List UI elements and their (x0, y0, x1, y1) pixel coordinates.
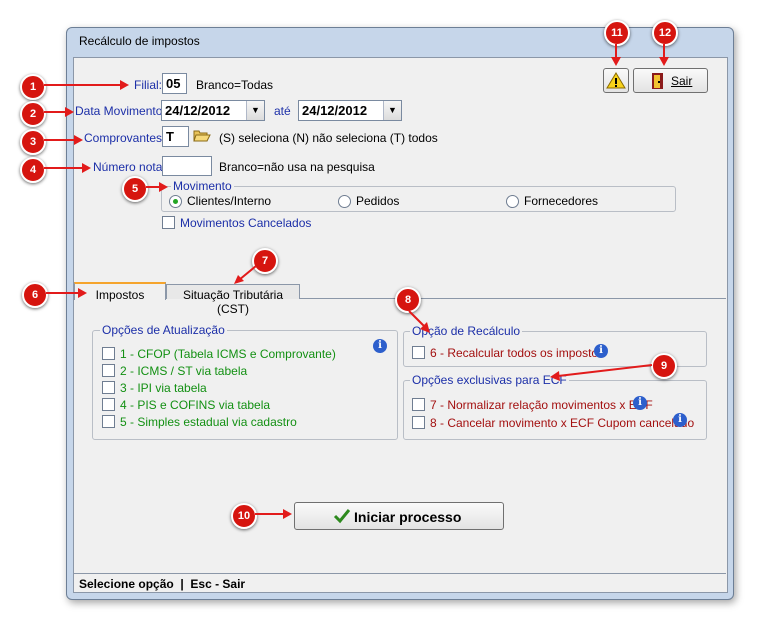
annotation-arrow-3 (44, 139, 74, 141)
cancelados-checkbox[interactable] (162, 216, 175, 229)
comprovantes-label: Comprovantes: (84, 131, 166, 145)
window-title: Recálculo de impostos (79, 34, 200, 48)
annotation-badge-2: 2 (20, 101, 46, 127)
status-bar: Selecione opção | Esc - Sair (73, 573, 726, 592)
opcoes-ecf-legend: Opções exclusivas para ECF (410, 373, 569, 387)
annotation-badge-1: 1 (20, 74, 46, 100)
annotation-arrowhead-11 (611, 57, 621, 66)
info-icon[interactable]: i (673, 413, 687, 427)
data-movimento-to-select[interactable]: 24/12/2012 ▼ (298, 100, 402, 121)
movimento-legend: Movimento (171, 179, 234, 193)
filial-input[interactable]: 05 (162, 73, 187, 94)
annotation-arrow-5 (146, 186, 159, 188)
option-3-checkbox[interactable] (102, 381, 115, 394)
annotation-arrowhead-12 (659, 57, 669, 66)
filial-label: Filial: (134, 78, 163, 92)
annotation-arrow-4 (44, 167, 82, 169)
numero-nota-label: Número nota: (93, 160, 166, 174)
tab-impostos[interactable]: Impostos (74, 282, 166, 302)
data-to-value: 24/12/2012 (302, 103, 368, 118)
data-from-value: 24/12/2012 (165, 103, 231, 118)
option-4-checkbox[interactable] (102, 398, 115, 411)
info-icon[interactable]: i (373, 339, 387, 353)
option-4-label[interactable]: 4 - PIS e COFINS via tabela (120, 398, 270, 412)
option-1-label[interactable]: 1 - CFOP (Tabela ICMS e Comprovante) (120, 347, 336, 361)
comprovantes-hint: (S) seleciona (N) não seleciona (T) todo… (219, 131, 438, 145)
radio-fornecedores[interactable] (506, 195, 519, 208)
annotation-arrow-1 (44, 84, 120, 86)
chevron-down-icon[interactable]: ▼ (246, 101, 264, 120)
annotation-badge-9: 9 (651, 353, 677, 379)
annotation-badge-11: 11 (604, 20, 630, 46)
annotation-badge-12: 12 (652, 20, 678, 46)
annotation-badge-5: 5 (122, 176, 148, 202)
annotation-arrow-6 (46, 292, 78, 294)
annotation-badge-3: 3 (20, 129, 46, 155)
chevron-down-icon[interactable]: ▼ (383, 101, 401, 120)
annotation-arrow-12 (663, 44, 665, 58)
option-2-label[interactable]: 2 - ICMS / ST via tabela (120, 364, 247, 378)
option-7-label[interactable]: 7 - Normalizar relação movimentos x ECF (430, 398, 653, 412)
annotation-arrowhead-10 (283, 509, 292, 519)
annotation-badge-4: 4 (20, 157, 46, 183)
filial-hint: Branco=Todas (196, 78, 274, 92)
annotation-arrow-11 (615, 44, 617, 58)
iniciar-processo-button[interactable]: Iniciar processo (294, 502, 504, 530)
radio-clientes-interno[interactable] (169, 195, 182, 208)
numero-nota-input[interactable] (162, 156, 212, 176)
annotation-arrowhead-4 (82, 163, 91, 173)
data-movimento-from-select[interactable]: 24/12/2012 ▼ (161, 100, 265, 121)
option-8-checkbox[interactable] (412, 416, 425, 429)
annotation-arrow-7 (234, 265, 257, 284)
iniciar-processo-label: Iniciar processo (354, 509, 462, 525)
option-6-checkbox[interactable] (412, 346, 425, 359)
numero-nota-hint: Branco=não usa na pesquisa (219, 160, 375, 174)
option-2-checkbox[interactable] (102, 364, 115, 377)
radio-pedidos-label[interactable]: Pedidos (356, 194, 399, 208)
radio-fornecedores-label[interactable]: Fornecedores (524, 194, 598, 208)
radio-pedidos[interactable] (338, 195, 351, 208)
annotation-arrow-10 (255, 513, 283, 515)
info-icon[interactable]: i (594, 344, 608, 358)
exit-door-icon (652, 73, 663, 89)
status-text: Selecione opção | Esc - Sair (79, 577, 246, 591)
sair-label: Sair (671, 74, 693, 88)
option-3-label[interactable]: 3 - IPI via tabela (120, 381, 207, 395)
checkmark-icon (333, 509, 351, 524)
info-icon[interactable]: i (633, 396, 647, 410)
open-folder-icon[interactable] (193, 128, 211, 143)
option-8-label[interactable]: 8 - Cancelar movimento x ECF Cupom cance… (430, 416, 694, 430)
annotation-arrowhead-2 (65, 107, 74, 117)
annotation-arrowhead-1 (120, 80, 129, 90)
tab-situacao-tributaria[interactable]: Situação Tributária (CST) (166, 284, 300, 316)
option-5-checkbox[interactable] (102, 415, 115, 428)
annotation-arrow-2 (44, 111, 66, 113)
annotation-arrow-8 (408, 310, 430, 333)
option-6-label[interactable]: 6 - Recalcular todos os impostos (430, 346, 604, 360)
option-7-checkbox[interactable] (412, 398, 425, 411)
option-1-checkbox[interactable] (102, 347, 115, 360)
annotation-arrowhead-6 (78, 288, 87, 298)
annotation-arrow-9 (550, 364, 653, 381)
annotation-badge-10: 10 (231, 503, 257, 529)
option-5-label[interactable]: 5 - Simples estadual via cadastro (120, 415, 297, 429)
warning-button[interactable] (603, 68, 629, 93)
annotation-arrowhead-5 (159, 182, 168, 192)
annotation-arrowhead-3 (74, 135, 83, 145)
annotation-badge-6: 6 (22, 282, 48, 308)
ate-label: até (274, 104, 291, 118)
data-movimento-label: Data Movimento: (75, 104, 166, 118)
cancelados-label[interactable]: Movimentos Cancelados (180, 216, 311, 230)
warning-icon (606, 72, 626, 89)
opcoes-atualizacao-legend: Opções de Atualização (100, 323, 227, 337)
radio-clientes-label[interactable]: Clientes/Interno (187, 194, 271, 208)
sair-button[interactable]: Sair (633, 68, 708, 93)
comprovantes-input[interactable]: T (162, 126, 189, 147)
